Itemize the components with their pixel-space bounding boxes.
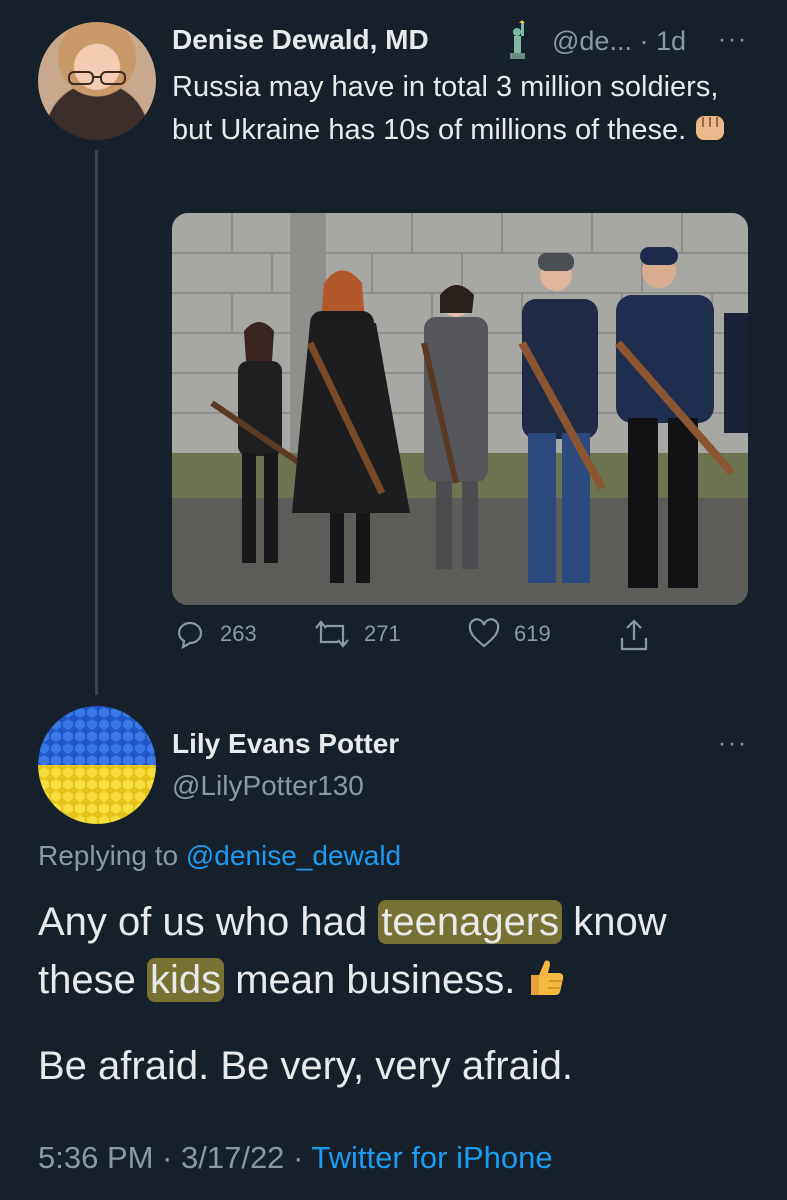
statue-of-liberty-icon <box>510 20 525 59</box>
reply-line1-start: Any of us who had <box>38 900 379 944</box>
replying-to: Replying to @denise_dewald <box>38 840 401 872</box>
share-action[interactable] <box>618 618 664 652</box>
tweet-text: Russia may have in total 3 million soldi… <box>172 66 732 152</box>
highlight-kids: kids <box>146 958 225 1002</box>
author-avatar[interactable] <box>38 22 156 140</box>
photo-people-with-rifles <box>172 213 748 605</box>
reply-source-link[interactable]: Twitter for iPhone <box>311 1140 552 1175</box>
raised-fist-icon <box>696 116 725 140</box>
thumbs-up-icon <box>531 960 564 995</box>
author-name[interactable]: Denise Dewald, MD <box>172 24 429 56</box>
tweet-text-content: Russia may have in total 3 million soldi… <box>172 71 719 146</box>
retweet-icon <box>315 620 349 648</box>
reply-line1-end: know <box>562 900 667 944</box>
reply-author-handle[interactable]: @LilyPotter130 <box>172 770 364 802</box>
replying-prefix: Replying to <box>38 840 186 871</box>
reply-icon <box>177 621 203 650</box>
replying-mention-link[interactable]: @denise_dewald <box>186 840 401 871</box>
like-icon <box>468 618 500 648</box>
retweet-action[interactable]: 271 <box>314 618 401 650</box>
tweet-photo[interactable] <box>172 213 748 605</box>
tweet-time[interactable]: · 1d <box>639 26 686 56</box>
reply-author-avatar[interactable] <box>38 706 156 824</box>
reply-author-name[interactable]: Lily Evans Potter <box>172 728 399 760</box>
more-icon[interactable]: ··· <box>718 730 748 758</box>
reply-line2-start: these <box>38 958 147 1002</box>
like-action[interactable]: 619 <box>468 618 551 650</box>
reply-count: 263 <box>220 621 257 646</box>
ukraine-flag-avatar <box>38 706 156 824</box>
reply-text: Any of us who had teenagers know these k… <box>38 893 758 1095</box>
thread-connector-line <box>95 150 98 695</box>
share-icon <box>620 619 648 651</box>
reply-line2-end: mean business. <box>224 958 516 1002</box>
highlight-teenagers: teenagers <box>378 900 563 944</box>
avatar-glasses <box>68 71 126 85</box>
reply-metadata: 5:36 PM · 3/17/22 · Twitter for iPhone <box>38 1140 553 1176</box>
reply-action[interactable]: 263 <box>174 618 257 650</box>
retweet-count: 271 <box>364 621 401 646</box>
more-icon[interactable]: ··· <box>718 26 748 54</box>
author-handle[interactable]: @de... <box>552 26 632 56</box>
like-count: 619 <box>514 621 551 646</box>
reply-timestamp[interactable]: 5:36 PM · 3/17/22 · <box>38 1140 311 1175</box>
reply-second-paragraph: Be afraid. Be very, very afraid. <box>38 1044 574 1088</box>
